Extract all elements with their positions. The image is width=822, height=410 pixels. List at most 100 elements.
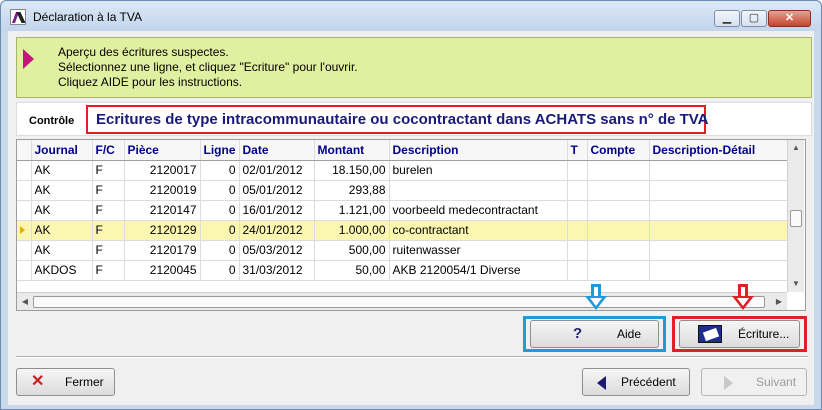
cell-t — [567, 220, 588, 241]
column-header-piece[interactable]: Pièce — [124, 140, 201, 161]
column-header-description[interactable]: Description — [389, 140, 568, 161]
scroll-left-arrow-icon[interactable]: ◀ — [17, 294, 33, 310]
cell-date: 05/03/2012 — [239, 240, 315, 261]
row-indicator — [17, 240, 32, 261]
table-row[interactable]: AK F 2120017 0 02/01/2012 18.150,00 bure… — [17, 160, 790, 181]
cell-piece: 2120129 — [124, 220, 201, 241]
row-indicator — [17, 180, 32, 201]
horizontal-scroll-thumb[interactable] — [33, 296, 765, 308]
column-header-montant[interactable]: Montant — [314, 140, 390, 161]
minimize-button[interactable]: ▁ — [714, 10, 740, 27]
dialog-body: Aperçu des écritures suspectes. Sélectio… — [8, 31, 814, 405]
cell-t — [567, 200, 588, 221]
precedent-button[interactable]: Précédent — [582, 368, 690, 396]
scroll-down-arrow-icon[interactable]: ▼ — [788, 276, 804, 292]
row-indicator — [17, 160, 32, 181]
cell-montant: 293,88 — [314, 180, 390, 201]
pointer-arrow-icon — [23, 49, 34, 69]
cell-ligne: 0 — [200, 160, 240, 181]
cell-description: co-contractant — [389, 220, 568, 241]
cell-t — [567, 240, 588, 261]
cell-description-detail — [649, 220, 790, 241]
previous-arrow-icon — [597, 376, 606, 390]
cell-piece: 2120017 — [124, 160, 201, 181]
fermer-button[interactable]: ✕ Fermer — [16, 368, 115, 396]
cell-montant: 50,00 — [314, 260, 390, 281]
cell-description-detail — [649, 180, 790, 201]
column-header-compte[interactable]: Compte — [587, 140, 650, 161]
cell-fc: F — [92, 200, 125, 221]
table-row[interactable]: AKDOS F 2120045 0 31/03/2012 50,00 AKB 2… — [17, 260, 790, 281]
cell-journal: AK — [31, 240, 93, 261]
cell-compte — [587, 260, 650, 281]
cell-montant: 1.121,00 — [314, 200, 390, 221]
column-header-journal[interactable]: Journal — [31, 140, 93, 161]
cell-piece: 2120019 — [124, 180, 201, 201]
cell-description-detail — [649, 240, 790, 261]
cell-compte — [587, 180, 650, 201]
instruction-line-2: Sélectionnez une ligne, et cliquez "Ecri… — [58, 60, 358, 74]
entries-table: Journal F/C Pièce Ligne Date Montant Des… — [17, 140, 790, 281]
cell-fc: F — [92, 220, 125, 241]
cell-fc: F — [92, 160, 125, 181]
control-label: Contrôle — [29, 115, 75, 127]
cell-description: AKB 2120054/1 Diverse — [389, 260, 568, 281]
red-down-arrow-icon — [732, 284, 754, 314]
horizontal-scrollbar[interactable]: ◀ ▶ — [17, 292, 787, 310]
help-question-icon: ? — [573, 325, 583, 342]
fermer-button-label: Fermer — [65, 375, 104, 389]
divider — [16, 356, 808, 358]
cell-t — [567, 160, 588, 181]
maximize-button[interactable]: ▢ — [741, 10, 767, 27]
cell-description-detail — [649, 260, 790, 281]
cell-date: 05/01/2012 — [239, 180, 315, 201]
window-title: Déclaration à la TVA — [33, 10, 142, 24]
table-row[interactable]: AK F 2120147 0 16/01/2012 1.121,00 voorb… — [17, 200, 790, 221]
control-row: Contrôle Ecritures de type intracommunau… — [16, 102, 812, 136]
table-row[interactable]: AK F 2120019 0 05/01/2012 293,88 — [17, 180, 790, 201]
table-row[interactable]: AK F 2120179 0 05/03/2012 500,00 ruitenw… — [17, 240, 790, 261]
control-value-box: Ecritures de type intracommunautaire ou … — [86, 105, 709, 134]
column-header-date[interactable]: Date — [239, 140, 315, 161]
title-bar[interactable]: Déclaration à la TVA ▁ ▢ ✕ — [1, 1, 821, 31]
cell-montant: 500,00 — [314, 240, 390, 261]
cell-ligne: 0 — [200, 260, 240, 281]
cell-description-detail — [649, 160, 790, 181]
column-header-ligne[interactable]: Ligne — [200, 140, 240, 161]
row-indicator — [17, 260, 32, 281]
close-button[interactable]: ✕ — [768, 10, 811, 27]
ecriture-button[interactable]: Écriture... — [679, 320, 800, 348]
cell-ligne: 0 — [200, 180, 240, 201]
cell-montant: 18.150,00 — [314, 160, 390, 181]
cell-description: voorbeeld medecontractant — [389, 200, 568, 221]
instruction-line-3: Cliquez AIDE pour les instructions. — [58, 75, 243, 89]
aide-button-label: Aide — [617, 327, 642, 341]
column-header-description-detail[interactable]: Description-Détail — [649, 140, 790, 161]
scroll-right-arrow-icon[interactable]: ▶ — [771, 294, 787, 310]
cell-montant: 1.000,00 — [314, 220, 390, 241]
cell-ligne: 0 — [200, 200, 240, 221]
suivant-button[interactable]: Suivant — [701, 368, 807, 396]
scroll-up-arrow-icon[interactable]: ▲ — [788, 140, 804, 156]
ecriture-button-label: Écriture... — [738, 327, 790, 341]
cell-t — [567, 260, 588, 281]
cell-description — [389, 180, 568, 201]
table-row-selected[interactable]: AK F 2120129 0 24/01/2012 1.000,00 co-co… — [17, 220, 790, 241]
cell-compte — [587, 220, 650, 241]
cell-ligne: 0 — [200, 240, 240, 261]
cell-compte — [587, 200, 650, 221]
cell-description: burelen — [389, 160, 568, 181]
column-header-t[interactable]: T — [567, 140, 588, 161]
entries-grid[interactable]: Journal F/C Pièce Ligne Date Montant Des… — [16, 139, 806, 311]
column-header-fc[interactable]: F/C — [92, 140, 125, 161]
cell-ligne: 0 — [200, 220, 240, 241]
aide-button[interactable]: ? Aide — [530, 320, 659, 348]
app-logo-icon — [10, 9, 26, 25]
cell-journal: AK — [31, 180, 93, 201]
vertical-scrollbar[interactable]: ▲ ▼ — [787, 140, 804, 292]
cell-journal: AK — [31, 160, 93, 181]
cell-date: 16/01/2012 — [239, 200, 315, 221]
vertical-scroll-thumb[interactable] — [790, 210, 802, 227]
cell-description-detail — [649, 200, 790, 221]
row-indicator — [17, 220, 32, 241]
